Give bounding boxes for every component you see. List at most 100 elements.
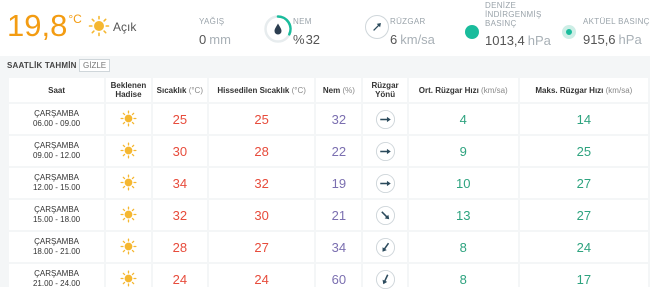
row-day: ÇARŞAMBA	[34, 205, 80, 214]
humidity-value: %32	[293, 32, 321, 47]
row-wind-speed: 8	[408, 264, 518, 294]
row-humidity: 19	[316, 168, 362, 198]
col-wind-direction-header: Rüzgar Yönü	[363, 78, 407, 102]
sea-pressure-label-2: İNDİRGENMİŞ	[485, 10, 542, 19]
sea-pressure-value: 1013,4 hPa	[485, 33, 551, 48]
col-event-header: Beklenen Hadise	[106, 78, 151, 102]
row-time: ÇARŞAMBA 09.00 - 12.00	[9, 136, 105, 166]
humidity-gauge-icon	[264, 15, 292, 43]
row-wind-speed: 13	[408, 200, 518, 230]
humidity-label: NEM	[293, 17, 312, 26]
row-event	[106, 232, 151, 262]
row-time: ÇARŞAMBA 15.00 - 18.00	[9, 200, 105, 230]
col-temp-header: Sıcaklık (°C)	[152, 78, 207, 102]
col-time-header: Saat	[9, 78, 105, 102]
pressure-label: AKTÜEL BASINÇ	[583, 17, 650, 26]
row-max-wind: 27	[519, 200, 648, 230]
row-humidity: 22	[316, 136, 362, 166]
row-humidity: 60	[316, 264, 362, 294]
sea-pressure-label-1: DENİZE	[485, 1, 517, 10]
row-temperature: 24	[152, 264, 207, 294]
row-event	[106, 200, 151, 230]
sun-icon	[120, 174, 137, 191]
wind-value: 6 km/sa	[390, 32, 435, 47]
row-humidity: 32	[316, 104, 362, 134]
col-wind-speed-header: Ort. Rüzgar Hızı (km/sa)	[408, 78, 518, 102]
table-header-row: Saat Beklenen Hadise Sıcaklık (°C) Hissed…	[9, 78, 648, 102]
wind-direction-icon	[375, 237, 395, 257]
col-humidity-header: Nem (%)	[316, 78, 362, 102]
row-feels-like: 27	[208, 232, 315, 262]
row-range: 18.00 - 21.00	[32, 247, 81, 256]
table-row: ÇARŞAMBA 12.00 - 15.00 34 32 19 10 27	[9, 168, 648, 198]
sun-icon	[120, 206, 137, 223]
row-feels-like: 30	[208, 200, 315, 230]
row-event	[106, 168, 151, 198]
table-row: ÇARŞAMBA 06.00 - 09.00 25 25 32 4 14	[9, 104, 648, 134]
row-event	[106, 264, 151, 294]
sun-icon	[120, 142, 137, 159]
hide-button[interactable]: GİZLE	[79, 59, 111, 72]
row-feels-like: 28	[208, 136, 315, 166]
pressure-dot-icon	[562, 25, 576, 39]
hourly-forecast-header: SAATLİK TAHMİN GİZLE	[0, 56, 650, 74]
wind-label: RÜZGAR	[390, 17, 426, 26]
hourly-forecast-table: Saat Beklenen Hadise Sıcaklık (°C) Hissed…	[7, 76, 650, 296]
row-wind-speed: 10	[408, 168, 518, 198]
row-time: ÇARŞAMBA 18.00 - 21.00	[9, 232, 105, 262]
wind-direction-icon	[375, 269, 395, 289]
row-temperature: 28	[152, 232, 207, 262]
sun-icon	[120, 110, 137, 127]
row-temperature: 25	[152, 104, 207, 134]
wind-direction-icon	[375, 173, 395, 193]
col-feel-header: Hissedilen Sıcaklık (°C)	[208, 78, 315, 102]
row-feels-like: 32	[208, 168, 315, 198]
current-temperature-unit: °C	[68, 12, 82, 26]
row-humidity: 21	[316, 200, 362, 230]
row-day: ÇARŞAMBA	[34, 141, 80, 150]
table-row: ÇARŞAMBA 15.00 - 18.00 32 30 21 13 27	[9, 200, 648, 230]
col-max-wind-header: Maks. Rüzgar Hızı (km/sa)	[519, 78, 648, 102]
rain-value: 0 mm	[199, 32, 231, 47]
row-max-wind: 14	[519, 104, 648, 134]
wind-direction-icon	[375, 205, 395, 225]
pressure-value: 915,6 hPa	[583, 32, 642, 47]
current-condition: Açık	[113, 20, 137, 34]
row-temperature: 34	[152, 168, 207, 198]
row-wind-direction	[363, 136, 407, 166]
row-max-wind: 27	[519, 168, 648, 198]
row-feels-like: 24	[208, 264, 315, 294]
wind-direction-icon	[365, 15, 389, 39]
row-wind-direction	[363, 200, 407, 230]
current-conditions-bar: 19,8 °C Açık YAĞIŞ 0 mm NEM %32 RÜZGAR 6k…	[0, 0, 650, 56]
row-wind-direction	[363, 264, 407, 294]
hourly-forecast-title: SAATLİK TAHMİN	[7, 61, 77, 70]
row-range: 12.00 - 15.00	[32, 183, 81, 192]
row-wind-speed: 4	[408, 104, 518, 134]
row-day: ÇARŞAMBA	[34, 269, 80, 278]
row-day: ÇARŞAMBA	[34, 237, 80, 246]
current-temperature: 19,8 °C	[7, 7, 82, 47]
wind-direction-icon	[375, 141, 395, 161]
row-range: 06.00 - 09.00	[32, 119, 81, 128]
sea-pressure-label-3: BASINÇ	[485, 19, 517, 28]
sun-icon	[120, 270, 137, 287]
row-wind-speed: 9	[408, 136, 518, 166]
table-row: ÇARŞAMBA 18.00 - 21.00 28 27 34 8 24	[9, 232, 648, 262]
row-range: 15.00 - 18.00	[32, 215, 81, 224]
rain-label: YAĞIŞ	[199, 17, 225, 26]
row-time: ÇARŞAMBA 21.00 - 24.00	[9, 264, 105, 294]
row-max-wind: 25	[519, 136, 648, 166]
table-row: ÇARŞAMBA 21.00 - 24.00 24 24 60 8 17	[9, 264, 648, 294]
row-max-wind: 24	[519, 232, 648, 262]
row-humidity: 34	[316, 232, 362, 262]
hourly-forecast-section: SAATLİK TAHMİN GİZLE Saat Beklenen Hadise…	[0, 56, 650, 294]
table-row: ÇARŞAMBA 09.00 - 12.00 30 28 22 9 25	[9, 136, 648, 166]
sun-icon	[120, 238, 137, 255]
row-event	[106, 136, 151, 166]
row-wind-direction	[363, 232, 407, 262]
row-wind-direction	[363, 168, 407, 198]
row-event	[106, 104, 151, 134]
sea-pressure-dot-icon	[465, 25, 479, 39]
wind-direction-icon	[375, 109, 395, 129]
